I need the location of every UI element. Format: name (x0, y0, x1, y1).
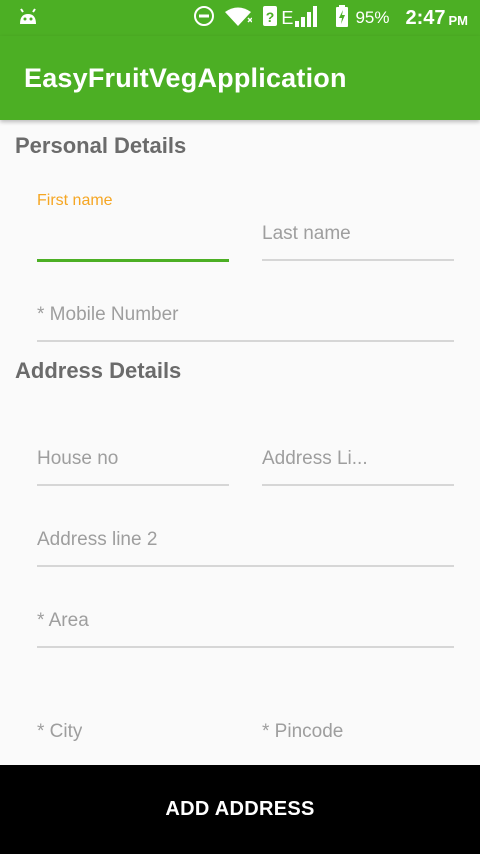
add-address-label: ADD ADDRESS (165, 798, 315, 820)
mobile-number-underline (37, 340, 454, 342)
pincode-field[interactable]: * Pincode (262, 709, 454, 759)
android-icon (18, 8, 38, 31)
address-line1-underline (262, 484, 454, 486)
house-no-underline (37, 484, 229, 486)
last-name-underline (262, 259, 454, 261)
house-no-field[interactable]: House no (37, 436, 229, 486)
battery-charging-icon (335, 4, 349, 32)
mobile-number-field[interactable]: * Mobile Number (37, 292, 454, 342)
first-name-field[interactable] (37, 212, 229, 262)
clock-time: 2:47 (405, 6, 446, 29)
app-title: EasyFruitVegApplication (24, 63, 347, 93)
clock-ampm: PM (448, 12, 469, 28)
address-line1-field[interactable]: Address Li... (262, 436, 454, 486)
address-line2-underline (37, 565, 454, 567)
city-placeholder: * City (37, 721, 83, 742)
first-name-underline (37, 259, 229, 262)
address-line1-placeholder: Address Li... (262, 448, 368, 469)
city-field[interactable]: * City (37, 709, 229, 759)
app-bar: EasyFruitVegApplication (0, 36, 480, 120)
svg-text:?: ? (266, 9, 275, 25)
network-type-label: E (281, 7, 294, 28)
status-bar: ? E 95% 2:47 PM (0, 0, 480, 36)
address-line2-placeholder: Address line 2 (37, 529, 158, 550)
signal-icon (295, 5, 321, 32)
address-details-heading: Address Details (15, 358, 182, 383)
area-placeholder: * Area (37, 610, 89, 631)
last-name-field[interactable]: Last name (262, 211, 454, 261)
area-underline (37, 646, 454, 648)
address-line2-field[interactable]: Address line 2 (37, 517, 454, 567)
do-not-disturb-icon (194, 5, 215, 31)
mobile-number-placeholder: * Mobile Number (37, 304, 179, 325)
sim-unknown-icon: ? (262, 5, 278, 32)
personal-details-heading: Personal Details (15, 133, 187, 158)
pincode-placeholder: * Pincode (262, 721, 344, 742)
wifi-icon (224, 6, 253, 31)
add-address-button[interactable]: ADD ADDRESS (0, 765, 480, 854)
house-no-placeholder: House no (37, 448, 119, 469)
first-name-label: First name (37, 192, 113, 209)
area-field[interactable]: * Area (37, 598, 454, 648)
battery-percent: 95% (355, 8, 390, 27)
last-name-placeholder: Last name (262, 223, 351, 244)
